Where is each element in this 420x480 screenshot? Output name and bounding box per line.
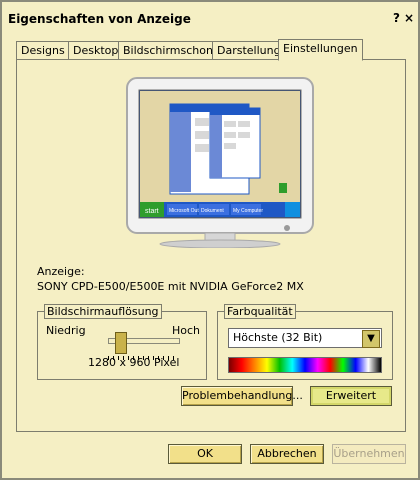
window-title: Eigenschaften von Anzeige <box>8 12 191 26</box>
troubleshoot-button[interactable]: Problembehandlung... <box>181 386 303 406</box>
monitor-power-icon <box>284 225 290 231</box>
tab-settings[interactable]: Einstellungen <box>278 39 363 61</box>
color-quality-legend: Farbqualität <box>224 304 296 319</box>
recycle-bin-icon <box>279 183 287 193</box>
ok-button[interactable]: OK <box>168 444 242 464</box>
resolution-high-label: Hoch <box>172 324 201 337</box>
cancel-button[interactable]: Abbrechen <box>250 444 324 464</box>
chevron-down-icon[interactable]: ▼ <box>362 330 380 348</box>
help-button[interactable]: ? <box>393 11 400 25</box>
title-bar: Eigenschaften von Anzeige ? × <box>2 2 418 36</box>
resolution-value: 1280 x 960 Pixel <box>88 356 180 369</box>
taskbar-item-document: Dokument <box>201 208 224 214</box>
apply-button: Übernehmen <box>332 444 406 464</box>
close-button[interactable]: × <box>404 11 414 25</box>
color-quality-group: Farbqualität Höchste (32 Bit) ▼ <box>217 304 393 380</box>
display-value: SONY CPD-E500/E500E mit NVIDIA GeForce2 … <box>37 280 304 293</box>
monitor-preview: start Microsoft Outlook Dokument My Comp… <box>126 77 314 248</box>
taskbar-item-mycomputer: My Computer <box>233 208 263 214</box>
advanced-button[interactable]: Erweitert <box>310 386 392 406</box>
display-properties-window: Eigenschaften von Anzeige ? × Designs De… <box>0 0 420 480</box>
color-preview-bar <box>228 357 382 373</box>
settings-panel: start Microsoft Outlook Dokument My Comp… <box>16 59 406 432</box>
color-quality-select[interactable]: Höchste (32 Bit) ▼ <box>228 328 382 348</box>
tab-screensaver[interactable]: Bildschirmschoner <box>118 41 224 60</box>
display-label: Anzeige: <box>37 265 85 278</box>
color-quality-value: Höchste (32 Bit) <box>233 331 323 344</box>
resolution-slider-thumb[interactable] <box>115 332 127 354</box>
resolution-legend: Bildschirmauflösung <box>44 304 162 319</box>
resolution-group: Bildschirmauflösung Niedrig Hoch 1280 x … <box>37 304 207 380</box>
tab-designs[interactable]: Designs <box>16 41 76 60</box>
taskbar-start-label: start <box>145 208 159 215</box>
tab-appearance[interactable]: Darstellung <box>212 41 286 60</box>
resolution-low-label: Niedrig <box>46 324 86 337</box>
